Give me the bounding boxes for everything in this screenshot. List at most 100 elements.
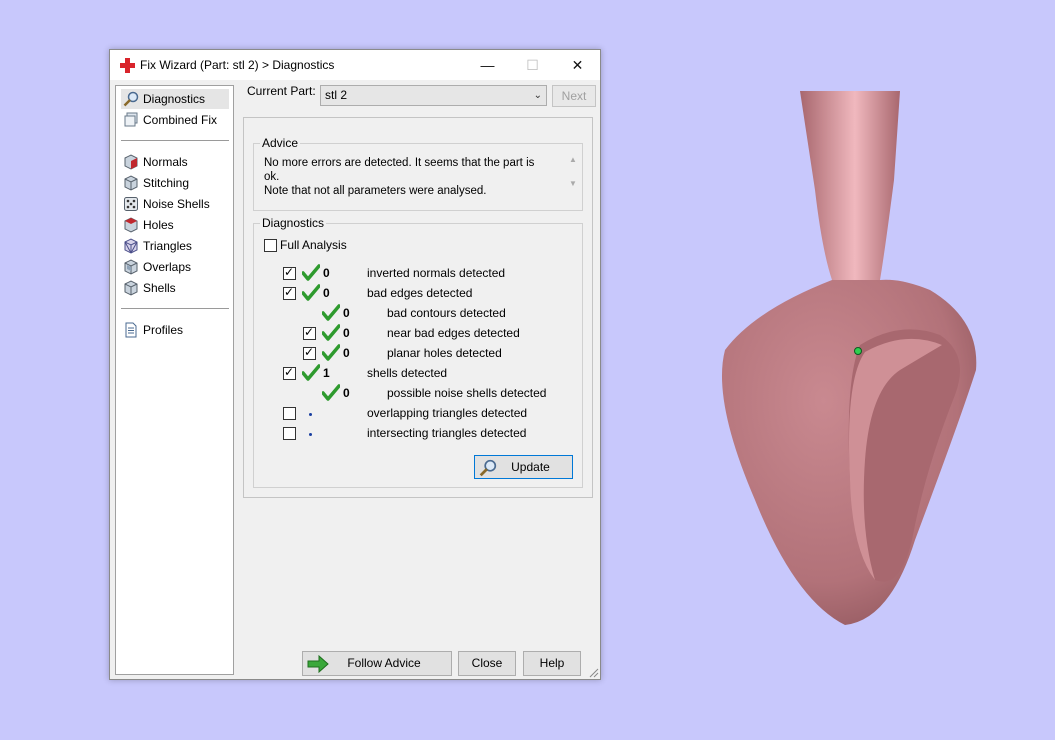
current-part-value: stl 2 xyxy=(325,88,348,102)
diagnostic-checkbox[interactable] xyxy=(283,407,296,420)
advice-text: No more errors are detected. It seems th… xyxy=(264,156,548,198)
full-analysis-checkbox[interactable] xyxy=(264,239,277,252)
diagnostic-label: bad edges detected xyxy=(367,286,473,300)
diagnostic-count: 0 xyxy=(343,386,350,400)
profiles-document-icon xyxy=(125,322,137,338)
pending-dot-icon xyxy=(309,433,312,436)
diagnostic-count: 0 xyxy=(343,326,350,340)
sidebar-item-label: Overlaps xyxy=(143,260,192,274)
update-button[interactable]: Update xyxy=(474,455,573,479)
3d-model-viewport[interactable] xyxy=(700,80,1000,640)
noise-shells-dice-icon xyxy=(124,197,138,211)
sidebar-item-label: Profiles xyxy=(143,323,184,337)
green-check-icon xyxy=(322,344,340,361)
sidebar-item-shells[interactable]: Shells xyxy=(121,278,229,298)
advice-line-1: No more errors are detected. It seems th… xyxy=(264,157,535,183)
sidebar-item-stitching[interactable]: Stitching xyxy=(121,173,229,193)
next-button[interactable]: Next xyxy=(552,85,596,107)
advice-group-title: Advice xyxy=(260,136,301,150)
magnifier-icon xyxy=(123,91,139,107)
close-button[interactable]: Close xyxy=(458,651,516,676)
diagnostic-count: 0 xyxy=(323,266,330,280)
diagnostic-checkbox[interactable] xyxy=(283,365,296,380)
sidebar-item-label: Shells xyxy=(143,281,176,295)
minimize-button[interactable]: — xyxy=(465,50,510,80)
normals-cube-icon xyxy=(124,154,138,170)
wizard-sidebar: Diagnostics Combined Fix Normals Stitchi… xyxy=(115,85,234,675)
combined-fix-icon xyxy=(124,112,138,127)
diagnostic-checkbox[interactable] xyxy=(283,285,296,300)
green-check-icon xyxy=(302,284,320,301)
sidebar-divider xyxy=(121,140,229,141)
diagnostic-label: bad contours detected xyxy=(387,306,506,320)
advice-scrollbar[interactable]: ▲ ▼ xyxy=(565,148,581,196)
follow-advice-label: Follow Advice xyxy=(347,656,421,670)
advice-line-2: Note that not all parameters were analys… xyxy=(264,185,487,197)
sidebar-item-label: Normals xyxy=(143,155,188,169)
sidebar-item-label: Combined Fix xyxy=(143,113,218,127)
diagnostic-label: planar holes detected xyxy=(387,346,502,360)
green-check-icon xyxy=(302,264,320,281)
sidebar-item-label: Diagnostics xyxy=(143,92,206,106)
stitching-cube-icon xyxy=(124,175,138,191)
diagnostic-count: 0 xyxy=(343,306,350,320)
sidebar-item-holes[interactable]: Holes xyxy=(121,215,229,235)
current-part-label: Current Part: xyxy=(247,84,316,98)
shells-cube-icon xyxy=(124,280,138,296)
green-check-icon xyxy=(302,364,320,381)
sidebar-item-label: Triangles xyxy=(143,239,192,253)
help-button[interactable]: Help xyxy=(523,651,581,676)
sidebar-item-normals[interactable]: Normals xyxy=(121,152,229,172)
diagnostic-count: 1 xyxy=(323,366,330,380)
follow-advice-button[interactable]: Follow Advice xyxy=(302,651,452,676)
title-bar[interactable]: Fix Wizard (Part: stl 2) > Diagnostics —… xyxy=(110,50,600,80)
sidebar-item-combined-fix[interactable]: Combined Fix xyxy=(121,110,229,130)
current-part-select[interactable]: stl 2 ⌄ xyxy=(320,85,547,106)
green-check-icon xyxy=(322,324,340,341)
diagnostic-checkbox[interactable] xyxy=(303,325,316,340)
diagnostic-count: 0 xyxy=(343,346,350,360)
update-label: Update xyxy=(511,460,550,474)
pending-dot-icon xyxy=(309,413,312,416)
stl-part-model[interactable] xyxy=(721,91,977,625)
diagnostic-checkbox[interactable] xyxy=(303,345,316,360)
holes-cube-icon xyxy=(124,217,138,233)
scroll-down-icon[interactable]: ▼ xyxy=(565,172,581,196)
green-check-icon xyxy=(322,304,340,321)
magnifier-icon xyxy=(479,459,497,477)
sidebar-item-noise-shells[interactable]: Noise Shells xyxy=(121,194,229,214)
diagnostic-label: shells detected xyxy=(367,366,448,380)
resize-grip-icon[interactable] xyxy=(589,668,599,678)
sidebar-item-profiles[interactable]: Profiles xyxy=(121,320,229,340)
sidebar-item-diagnostics[interactable]: Diagnostics xyxy=(121,89,229,109)
diagnostic-label: inverted normals detected xyxy=(367,266,506,280)
sidebar-item-overlaps[interactable]: Overlaps xyxy=(121,257,229,277)
maximize-button[interactable]: ☐ xyxy=(510,50,555,80)
diagnostics-group-title: Diagnostics xyxy=(260,216,327,230)
green-check-icon xyxy=(322,384,340,401)
scroll-up-icon[interactable]: ▲ xyxy=(565,148,581,172)
full-analysis-label: Full Analysis xyxy=(280,238,347,252)
sidebar-item-label: Noise Shells xyxy=(143,197,210,211)
sidebar-item-label: Stitching xyxy=(143,176,190,190)
sidebar-divider xyxy=(121,308,229,309)
diagnostic-checkbox[interactable] xyxy=(283,427,296,440)
diagnostic-label: overlapping triangles detected xyxy=(367,406,528,420)
diagnostic-label: intersecting triangles detected xyxy=(367,426,527,440)
diagnostic-label: possible noise shells detected xyxy=(387,386,547,400)
chevron-down-icon: ⌄ xyxy=(533,90,542,101)
advice-group: Advice No more errors are detected. It s… xyxy=(253,136,583,211)
green-arrow-right-icon xyxy=(307,655,329,673)
diagnostics-group: Diagnostics Full Analysis 0 inverted norm… xyxy=(253,216,583,488)
window-title: Fix Wizard (Part: stl 2) > Diagnostics xyxy=(140,58,335,72)
sidebar-item-triangles[interactable]: Triangles xyxy=(121,236,229,256)
close-window-button[interactable]: ✕ xyxy=(555,50,600,80)
red-cross-app-icon xyxy=(120,58,135,73)
triangles-cube-icon xyxy=(124,238,138,254)
diagnostic-label: near bad edges detected xyxy=(387,326,520,340)
diagnostic-count: 0 xyxy=(323,286,330,300)
sidebar-item-label: Holes xyxy=(143,218,174,232)
diagnostic-checkbox[interactable] xyxy=(283,265,296,280)
fix-wizard-window: Fix Wizard (Part: stl 2) > Diagnostics —… xyxy=(109,49,601,680)
overlaps-cube-icon xyxy=(124,259,138,275)
